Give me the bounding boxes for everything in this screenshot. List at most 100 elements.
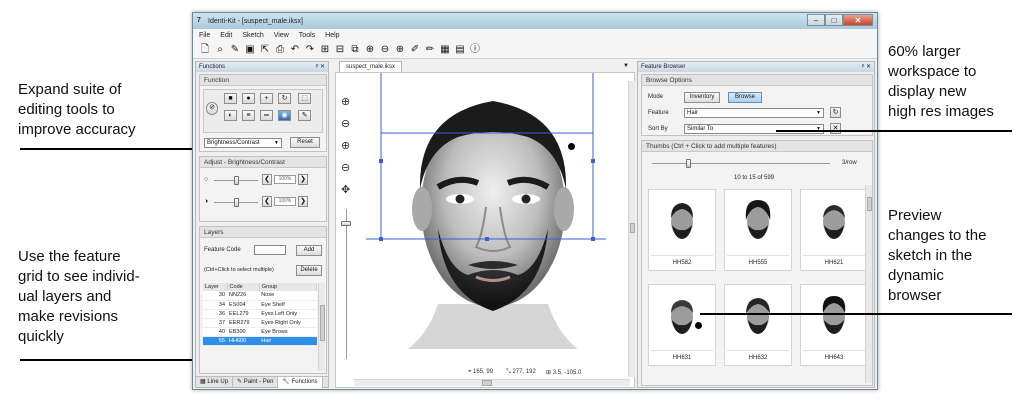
table-row[interactable]: 40 EB300 Eye Brows <box>203 327 317 337</box>
thumbs-scrollbar[interactable] <box>865 185 872 383</box>
plus-tool-icon[interactable]: + <box>260 93 273 104</box>
copy-icon[interactable]: ⧉ <box>349 44 361 56</box>
layers-icon[interactable]: ▤ <box>454 44 466 56</box>
thumb-hh643[interactable]: HH643 <box>800 284 868 366</box>
zoom-fit-icon[interactable]: ⊕ <box>364 44 376 56</box>
thumb-hh632[interactable]: HH632 <box>724 284 792 366</box>
selection-overlay[interactable] <box>366 73 606 243</box>
table-row[interactable]: 36 EEL279 Eyes Left Only <box>203 309 317 319</box>
list-tool-icon[interactable]: ≡ <box>242 110 255 121</box>
undo-icon[interactable]: ↶ <box>289 44 301 56</box>
zoom-in-icon[interactable]: ⊕ <box>341 139 350 152</box>
tab-list-dropdown-icon[interactable]: ▼ <box>623 63 629 69</box>
brightness-decrease-button[interactable]: ❮ <box>262 174 272 185</box>
table-row[interactable]: 30 NN226 Nose <box>203 291 317 301</box>
rotate-tool-icon[interactable]: ↻ <box>278 93 291 104</box>
canvas-vertical-scrollbar[interactable] <box>628 81 635 377</box>
browse-mode-button[interactable]: Browse <box>728 92 762 103</box>
canvas-scrollbar-thumb[interactable] <box>482 380 492 386</box>
thumbs-per-row-slider-handle[interactable] <box>686 159 691 168</box>
thumbs-per-row-slider-track[interactable] <box>652 163 830 164</box>
pencil-tool-icon[interactable]: ✎ <box>298 110 311 121</box>
tab-suspect-male[interactable]: suspect_male.iksx <box>339 61 403 72</box>
pen-icon[interactable]: ✐ <box>409 44 421 56</box>
no-entry-icon[interactable]: ⊘ <box>206 102 218 115</box>
zoom-slider-track[interactable] <box>346 209 347 359</box>
remove-feature-icon[interactable]: ⊟ <box>334 44 346 56</box>
brightness-slider-handle[interactable] <box>234 176 239 185</box>
zoom-slider-handle[interactable] <box>341 221 351 226</box>
zoom-fit-icon[interactable]: ⊕ <box>341 95 350 108</box>
reset-button[interactable]: Reset <box>290 137 320 148</box>
new-icon[interactable]: 🗋 <box>199 44 211 56</box>
tab-functions[interactable]: 🔧 Functions <box>278 376 323 388</box>
export-icon[interactable]: ⇱ <box>259 44 271 56</box>
contrast-increase-button[interactable]: ❯ <box>298 196 308 207</box>
zoom-out-icon[interactable]: ⊖ <box>341 117 350 130</box>
zoom-in-icon[interactable]: ⊕ <box>394 44 406 56</box>
menu-help[interactable]: Help <box>325 32 339 39</box>
clear-sort-icon[interactable]: ✕ <box>830 123 841 134</box>
open-icon[interactable]: ⌕ <box>214 44 226 56</box>
contrast-decrease-button[interactable]: ❮ <box>262 196 272 207</box>
table-row-selected[interactable]: 55 HH600 Hair <box>203 336 317 346</box>
pan-icon[interactable]: ✥ <box>341 183 350 196</box>
maximize-button[interactable]: □ <box>825 14 843 26</box>
panel-pin-close-icon[interactable]: ᵖ ✕ <box>316 62 325 72</box>
contrast-icon: ◑ <box>204 198 209 205</box>
menu-sketch[interactable]: Sketch <box>242 32 263 39</box>
canvas-horizontal-scrollbar[interactable] <box>354 379 630 386</box>
thumb-divider <box>803 350 865 351</box>
menu-edit[interactable]: Edit <box>220 32 232 39</box>
menu-view[interactable]: View <box>274 32 289 39</box>
thumb-hh582[interactable]: HH582 <box>648 189 716 271</box>
menu-tools[interactable]: Tools <box>299 32 315 39</box>
info-icon[interactable]: ⓘ <box>469 44 481 56</box>
selection-handle-bottom <box>485 237 489 241</box>
brush-icon[interactable]: ✏ <box>424 44 436 56</box>
refresh-icon[interactable]: ↻ <box>830 107 841 118</box>
redo-icon[interactable]: ↷ <box>304 44 316 56</box>
table-row[interactable]: 37 EER279 Eyes Right Only <box>203 318 317 328</box>
thumbs-section: Thumbs (Ctrl + Click to add multiple fea… <box>641 140 873 386</box>
wand-icon[interactable]: ✎ <box>229 44 241 56</box>
thumb-face-image <box>745 200 771 239</box>
delete-layer-button[interactable]: Delete <box>296 265 322 276</box>
add-feature-icon[interactable]: ⊞ <box>319 44 331 56</box>
thumb-hh555[interactable]: HH555 <box>724 189 792 271</box>
zoom-reset-icon[interactable]: ⊖ <box>341 161 350 174</box>
function-mode-select[interactable]: Brightness/Contrast ▼ <box>204 138 282 148</box>
contrast-slider-handle[interactable] <box>234 198 239 207</box>
add-layer-button[interactable]: Add <box>296 245 322 256</box>
thumb-hh631[interactable]: HH631 <box>648 284 716 366</box>
brightness-increase-button[interactable]: ❯ <box>298 174 308 185</box>
close-button[interactable]: ✕ <box>843 14 873 26</box>
print-icon[interactable]: ⎙ <box>274 44 286 56</box>
feature-select[interactable]: Hair ▼ <box>684 108 824 118</box>
grid-icon[interactable]: ▦ <box>439 44 451 56</box>
layers-scrollbar[interactable] <box>318 283 325 371</box>
thumbs-scrollbar-thumb[interactable] <box>867 197 872 211</box>
feature-code-input[interactable] <box>254 245 286 255</box>
minimize-button[interactable]: – <box>807 14 825 26</box>
sort-by-select[interactable]: Similar To ▼ <box>684 124 824 134</box>
selection-handle-bottom-left <box>379 237 383 241</box>
lines-tool-icon[interactable]: ═ <box>260 110 273 121</box>
panel-pin-close-icon[interactable]: ᵖ ✕ <box>862 62 871 72</box>
thumb-hh621[interactable]: HH621 <box>800 189 868 271</box>
menu-file[interactable]: File <box>199 32 210 39</box>
tab-line-up[interactable]: ▦ Line Up <box>196 376 234 388</box>
brightness-tool-icon[interactable]: ◉ <box>278 110 291 121</box>
tab-paint-pen[interactable]: ✎ Paint - Pen <box>233 376 279 388</box>
table-row[interactable]: 34 ES004 Eye Shelf <box>203 300 317 310</box>
frame-tool-icon[interactable]: ⬚ <box>298 93 311 104</box>
canvas-vscroll-thumb[interactable] <box>630 223 635 233</box>
layers-scrollbar-thumb[interactable] <box>320 305 325 341</box>
square-tool-icon[interactable]: ■ <box>224 93 237 104</box>
zoom-out-icon[interactable]: ⊖ <box>379 44 391 56</box>
sketch-canvas[interactable]: ⊕ ⊖ ⊕ ⊖ ✥ ⌖ 165, 99 ⤡ 277, 192 ⊞ 3.5, -1… <box>335 72 635 388</box>
save-icon[interactable]: ▣ <box>244 44 256 56</box>
contrast-tool-icon[interactable]: ◐ <box>224 110 237 121</box>
inventory-mode-button[interactable]: Inventory <box>684 92 720 103</box>
blob-tool-icon[interactable]: ● <box>242 93 255 104</box>
